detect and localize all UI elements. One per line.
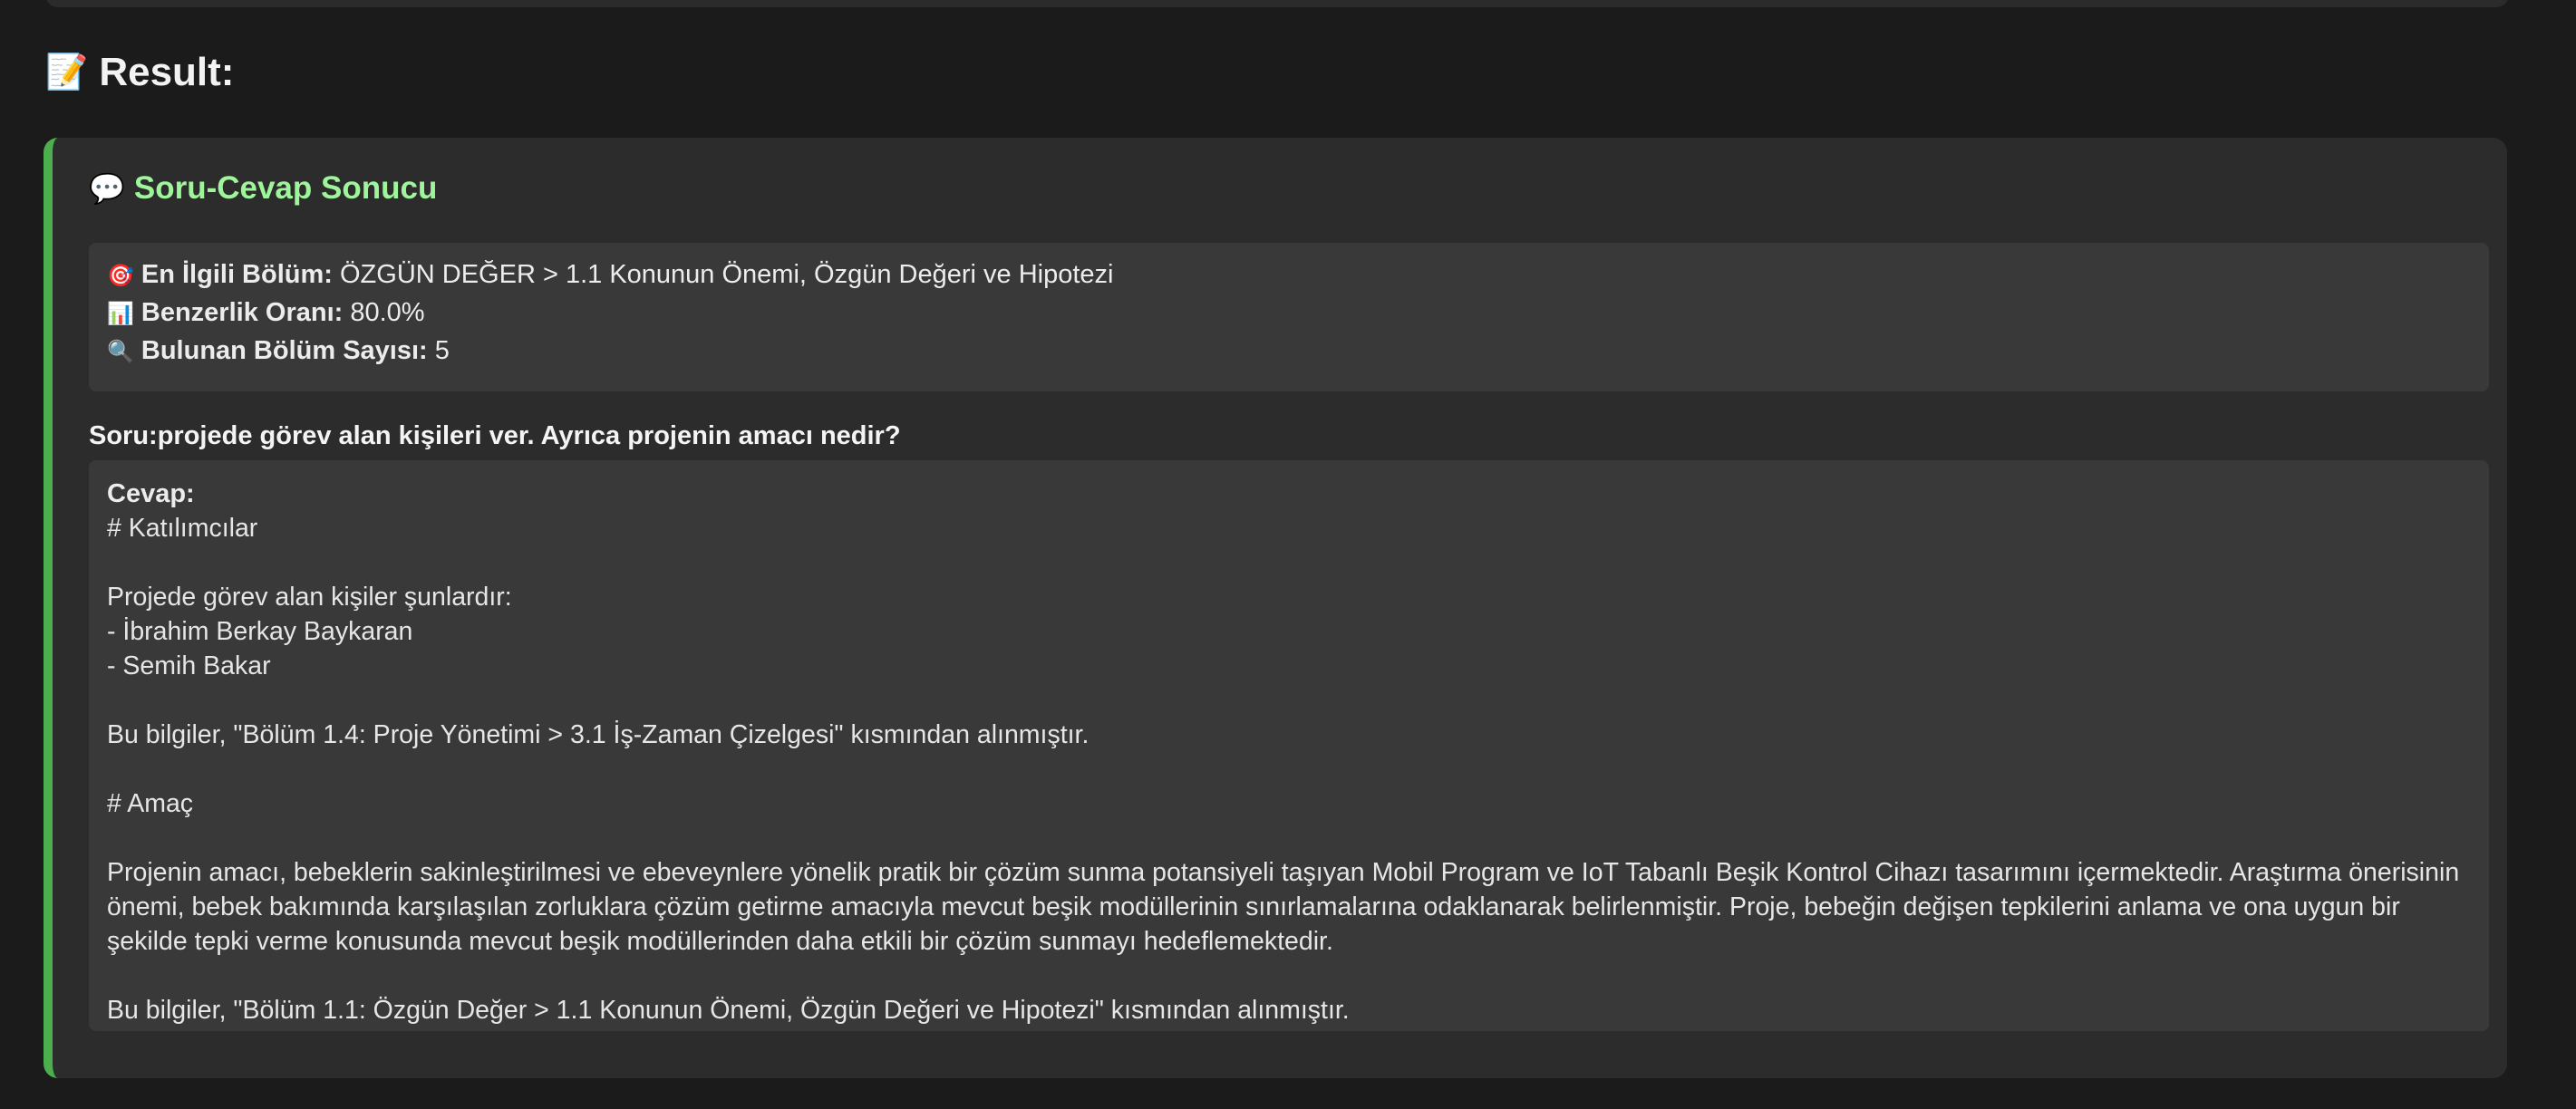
- magnifier-icon: 🔍: [107, 340, 134, 364]
- target-icon: 🎯: [107, 264, 134, 288]
- info-found-sections: 🔍 Bulunan Bölüm Sayısı: 5: [107, 332, 2471, 370]
- info-label: En İlgili Bölüm:: [140, 260, 333, 289]
- card-title: 💬 Soru-Cevap Sonucu: [89, 163, 437, 214]
- result-heading: 📝 Result:: [45, 45, 234, 100]
- info-box: 🎯 En İlgili Bölüm: ÖZGÜN DEĞER > 1.1 Konu…: [89, 243, 2489, 391]
- answer-label: Cevap:: [107, 479, 195, 508]
- speech-bubble-icon: 💬: [89, 172, 125, 205]
- info-value: 5: [434, 336, 450, 365]
- question-text: Soru:projede görev alan kişileri ver. Ay…: [89, 421, 901, 450]
- previous-panel: [45, 0, 2509, 7]
- info-label: Benzerlik Oranı:: [140, 298, 344, 327]
- info-label: Bulunan Bölüm Sayısı:: [140, 336, 428, 365]
- qa-result-card: 💬 Soru-Cevap Sonucu 🎯 En İlgili Bölüm: ÖZ…: [44, 138, 2507, 1078]
- info-similarity-rate: 📊 Benzerlik Oranı: 80.0%: [107, 294, 2471, 332]
- card-title-text: Soru-Cevap Sonucu: [133, 170, 438, 206]
- memo-icon: 📝: [45, 53, 89, 92]
- info-relevant-section: 🎯 En İlgili Bölüm: ÖZGÜN DEĞER > 1.1 Konu…: [107, 256, 2471, 294]
- bar-chart-icon: 📊: [107, 302, 134, 326]
- info-value: 80.0%: [350, 298, 425, 327]
- result-heading-text: Result:: [99, 50, 235, 94]
- answer-body: # Katılımcılar Projede görev alan kişile…: [107, 514, 2460, 1025]
- info-value: ÖZGÜN DEĞER > 1.1 Konunun Önemi, Özgün D…: [340, 260, 1114, 289]
- answer-box: Cevap: # Katılımcılar Projede görev alan…: [89, 460, 2489, 1031]
